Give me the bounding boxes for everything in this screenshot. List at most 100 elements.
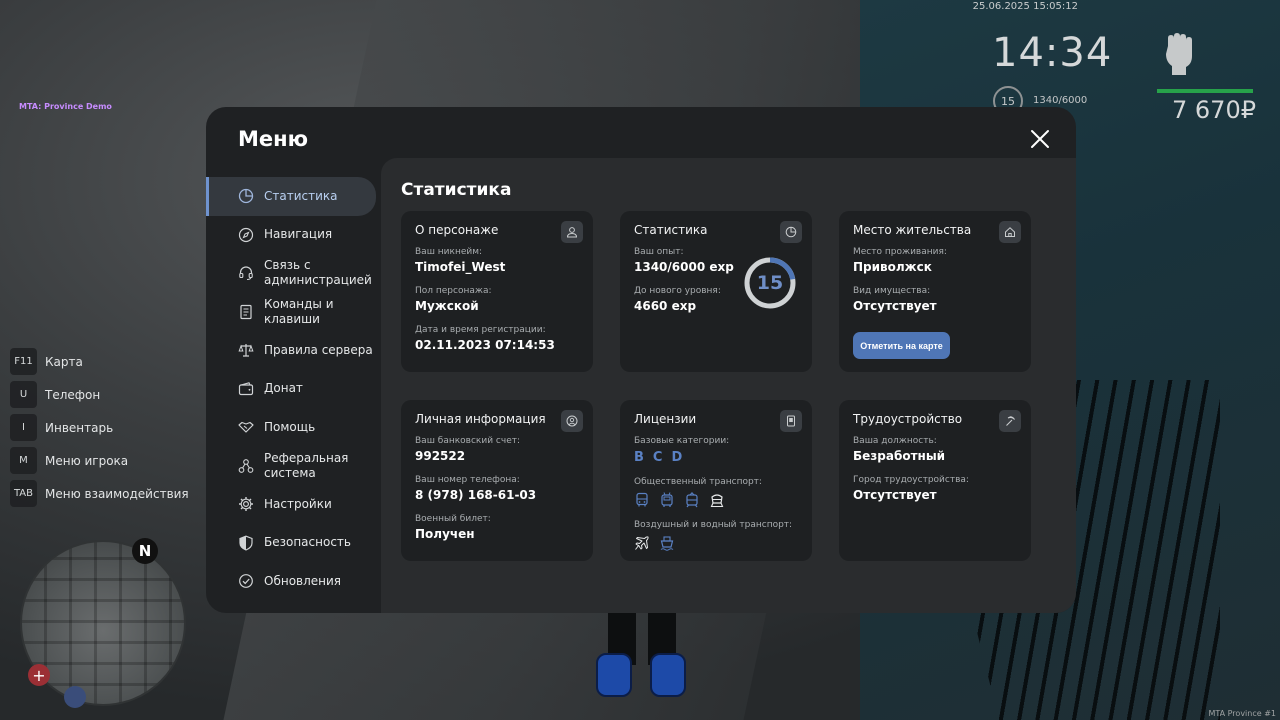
military-id-value: Получен [415, 527, 475, 541]
sidebar-item-label: Помощь [264, 419, 316, 434]
hud-exp: 1340/6000 [1033, 95, 1088, 106]
sidebar-item-donate[interactable]: Донат [206, 370, 376, 409]
key-cap: F11 [10, 348, 37, 375]
property-value: Отсутствует [853, 299, 937, 313]
plane-icon [635, 536, 649, 550]
field-label: Воздушный и водный транспорт: [634, 520, 793, 530]
sidebar-item-statistics[interactable]: Статистика [206, 177, 376, 216]
document-icon [240, 304, 252, 319]
keybind-player-menu: M Меню игрока [10, 444, 189, 477]
keybind-interaction-menu: TAB Меню взаимодействия [10, 477, 189, 510]
field-label: Город трудоустройства: [853, 475, 969, 485]
keybind-hints: F11 Карта U Телефон I Инвентарь M Меню и… [10, 345, 189, 510]
phone-value: 8 (978) 168-61-03 [415, 488, 537, 502]
air-water-licenses [634, 535, 798, 551]
sidebar-item-label: Правила сервера [264, 342, 373, 357]
nickname-value: Timofei_West [415, 260, 506, 274]
page-title: Статистика [401, 180, 512, 200]
network-icon [238, 458, 254, 473]
close-icon[interactable] [1028, 127, 1052, 151]
menu-title: Меню [238, 127, 309, 151]
card-title: Трудоустройство [853, 412, 963, 426]
hud-money: 7 670₽ [1172, 96, 1256, 124]
hud-clock: 14:34 [992, 30, 1113, 76]
employment-card: Трудоустройство Ваша должность: Безработ… [839, 400, 1031, 561]
card-title: Личная информация [415, 412, 546, 426]
keybind-label: Инвентарь [45, 420, 114, 435]
tram-icon [686, 492, 698, 508]
character-card: О персонаже Ваш никнейм: Timofei_West По… [401, 211, 593, 372]
sidebar-item-label: Навигация [264, 227, 333, 242]
public-transport-licenses [634, 492, 798, 508]
home-icon [999, 221, 1021, 243]
sidebar-item-navigation[interactable]: Навигация [206, 216, 376, 255]
license-category-d: D [671, 450, 683, 465]
plus-icon: + [28, 664, 50, 686]
sidebar-item-label: Настройки [264, 496, 332, 511]
keybind-phone: U Телефон [10, 378, 189, 411]
sidebar-item-settings[interactable]: Настройки [206, 485, 376, 524]
license-category-b: B [634, 450, 644, 465]
train-icon [710, 494, 724, 508]
key-cap: U [10, 381, 37, 408]
position-value: Безработный [853, 449, 946, 463]
job-city-value: Отсутствует [853, 488, 937, 502]
player-character [596, 605, 692, 720]
player-menu-window: Меню Статистика Навигация Связь с админи… [206, 107, 1076, 613]
sidebar-item-label: Обновления [264, 573, 342, 588]
sidebar-item-security[interactable]: Безопасность [206, 524, 376, 563]
registration-value: 02.11.2023 07:14:53 [415, 338, 555, 352]
sidebar-item-label: Безопасность [264, 535, 351, 550]
headset-icon [239, 266, 253, 281]
wallet-icon [238, 381, 254, 395]
sidebar-item-rules[interactable]: Правила сервера [206, 331, 376, 370]
sidebar-item-label: Команды и клавиши [264, 296, 334, 326]
field-label: Общественный транспорт: [634, 477, 762, 487]
field-label: Место проживания: [853, 247, 947, 257]
shield-icon [239, 535, 253, 551]
server-name: MTA: Province Demo [19, 102, 112, 111]
fist-icon [1166, 33, 1192, 75]
card-title: Лицензии [634, 412, 697, 426]
gear-icon [239, 497, 253, 512]
sidebar-item-admin-contact[interactable]: Связь с администрацией [206, 254, 376, 293]
pickaxe-icon [999, 410, 1021, 432]
user-circle-icon [561, 410, 583, 432]
field-label: Ваша должность: [853, 436, 937, 446]
keybind-inventory: I Инвентарь [10, 411, 189, 444]
sidebar-item-label: Связь с администрацией [264, 258, 372, 288]
refresh-icon [239, 574, 253, 589]
sidebar-item-help[interactable]: Помощь [206, 408, 376, 447]
handshake-icon [238, 422, 254, 433]
key-cap: TAB [10, 480, 37, 507]
statistics-panel: Статистика О персонаже Ваш никнейм: Timo… [381, 158, 1076, 613]
hud-datetime: 25.06.2025 15:05:12 [972, 1, 1078, 12]
health-bar [1157, 89, 1253, 93]
north-indicator: N [132, 538, 158, 564]
gender-value: Мужской [415, 299, 479, 313]
field-label: Военный билет: [415, 514, 491, 524]
field-label: Ваш банковский счет: [415, 436, 521, 446]
residence-card: Место жительства Место проживания: Приво… [839, 211, 1031, 372]
key-cap: I [10, 414, 37, 441]
level-number: 15 [756, 272, 784, 294]
field-label: Базовые категории: [634, 436, 730, 446]
sidebar-item-commands[interactable]: Команды и клавиши [206, 293, 376, 332]
sidebar-item-label: Донат [264, 381, 303, 396]
user-icon [561, 221, 583, 243]
licenses-card: Лицензии Базовые категории: B C D Общест… [620, 400, 812, 561]
card-title: Статистика [634, 223, 708, 237]
card-title: О персонаже [415, 223, 499, 237]
field-label: Ваш опыт: [634, 247, 684, 257]
key-cap: M [10, 447, 37, 474]
keybind-label: Меню взаимодействия [45, 486, 189, 501]
keybind-label: Меню игрока [45, 453, 129, 468]
sidebar-item-updates[interactable]: Обновления [206, 562, 376, 601]
field-label: Дата и время регистрации: [415, 325, 546, 335]
scales-icon [238, 344, 254, 357]
sidebar-item-referral[interactable]: Реферальная система [206, 447, 376, 486]
bank-account-value: 992522 [415, 449, 466, 463]
mark-on-map-button[interactable]: Отметить на карте [853, 332, 950, 359]
brand-watermark: MTA Province #1 [1208, 709, 1276, 718]
field-label: Ваш номер телефона: [415, 475, 520, 485]
